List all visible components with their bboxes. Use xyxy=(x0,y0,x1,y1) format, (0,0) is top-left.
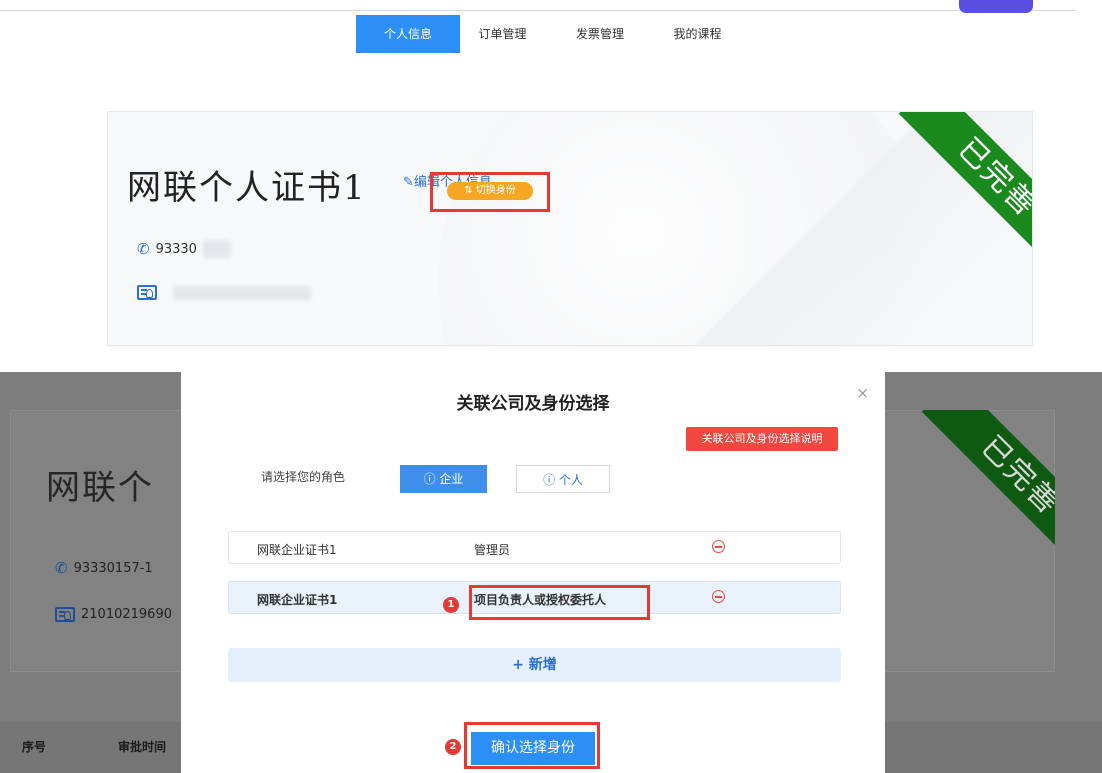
modal-title: 关联公司及身份选择 xyxy=(456,394,610,414)
background-profile-name: 网联个 xyxy=(46,468,154,508)
step-badge-1: 1 xyxy=(443,597,459,613)
background-phone-row: ✆ 93330157-1 xyxy=(55,559,153,577)
identity-row[interactable]: 网联企业证书1 管理员 xyxy=(228,531,841,564)
phone-redaction xyxy=(202,240,231,258)
role-option-personal[interactable]: ⓘ 个人 xyxy=(516,465,610,493)
tab-personal-info[interactable]: 个人信息 xyxy=(356,15,460,53)
top-divider xyxy=(0,10,1076,11)
background-status-ribbon: 已完善 xyxy=(921,410,1055,560)
phone-row: ✆ 93330 xyxy=(137,240,231,258)
phone-icon: ✆ xyxy=(137,240,150,258)
status-ribbon: 已完善 xyxy=(898,112,1032,252)
id-card-icon xyxy=(137,285,157,300)
id-row xyxy=(137,285,311,300)
header-approval-time: 审批时间 xyxy=(118,740,167,754)
remove-circle-icon[interactable] xyxy=(712,540,725,553)
remove-circle-icon[interactable] xyxy=(712,590,725,603)
tab-invoice-management[interactable]: 发票管理 xyxy=(545,15,655,53)
close-icon[interactable]: × xyxy=(856,384,869,402)
id-redaction xyxy=(173,285,311,300)
help-circle-icon: ⓘ xyxy=(543,473,559,487)
role-label: 请选择您的角色 xyxy=(261,470,346,484)
identity-select-modal: 关联公司及身份选择 × 关联公司及身份选择说明 请选择您的角色 ⓘ 企业 ⓘ 个… xyxy=(181,372,885,773)
status-ribbon-wrap: 已完善 xyxy=(892,112,1032,252)
background-phone-value: 93330157-1 xyxy=(73,560,153,576)
row-company: 网联企业证书1 xyxy=(257,543,337,557)
background-ribbon-wrap: 已完善 xyxy=(905,410,1055,560)
tab-my-courses[interactable]: 我的课程 xyxy=(655,15,740,53)
top-right-button-edge[interactable] xyxy=(959,0,1033,13)
step-badge-2: 2 xyxy=(445,739,461,755)
role-option-enterprise[interactable]: ⓘ 企业 xyxy=(400,465,487,493)
header-index: 序号 xyxy=(22,740,47,754)
tab-order-management[interactable]: 订单管理 xyxy=(460,15,545,53)
role-option-personal-label: 个人 xyxy=(558,473,583,487)
explain-button[interactable]: 关联公司及身份选择说明 xyxy=(686,427,838,451)
highlight-box-role xyxy=(469,585,650,620)
highlight-box-confirm xyxy=(464,722,600,769)
highlight-box-switch xyxy=(430,172,550,212)
add-identity-button[interactable]: + 新增 xyxy=(228,648,841,682)
modal-screenshot: 网联个 ✆ 93330157-1 21010219690 已完善 序号 审批时间… xyxy=(0,372,1102,773)
phone-icon: ✆ xyxy=(55,559,68,577)
background-id-value: 21010219690 xyxy=(81,607,172,622)
id-card-icon xyxy=(55,607,75,622)
role-option-enterprise-label: 企业 xyxy=(439,472,464,486)
row-role: 管理员 xyxy=(474,543,511,557)
main-nav-tabs: 个人信息 订单管理 发票管理 我的课程 xyxy=(356,15,740,53)
profile-name: 网联个人证书1 xyxy=(127,168,367,208)
profile-card: 网联个人证书1 ✎编辑个人信息 ⇅ 切换身份 已完善 ✆ 93330 xyxy=(107,111,1033,346)
background-id-row: 21010219690 xyxy=(55,607,172,622)
help-circle-icon: ⓘ xyxy=(423,472,440,486)
edit-icon: ✎ xyxy=(403,175,414,190)
row-company: 网联企业证书1 xyxy=(257,593,338,607)
phone-value: 93330 xyxy=(155,241,197,257)
